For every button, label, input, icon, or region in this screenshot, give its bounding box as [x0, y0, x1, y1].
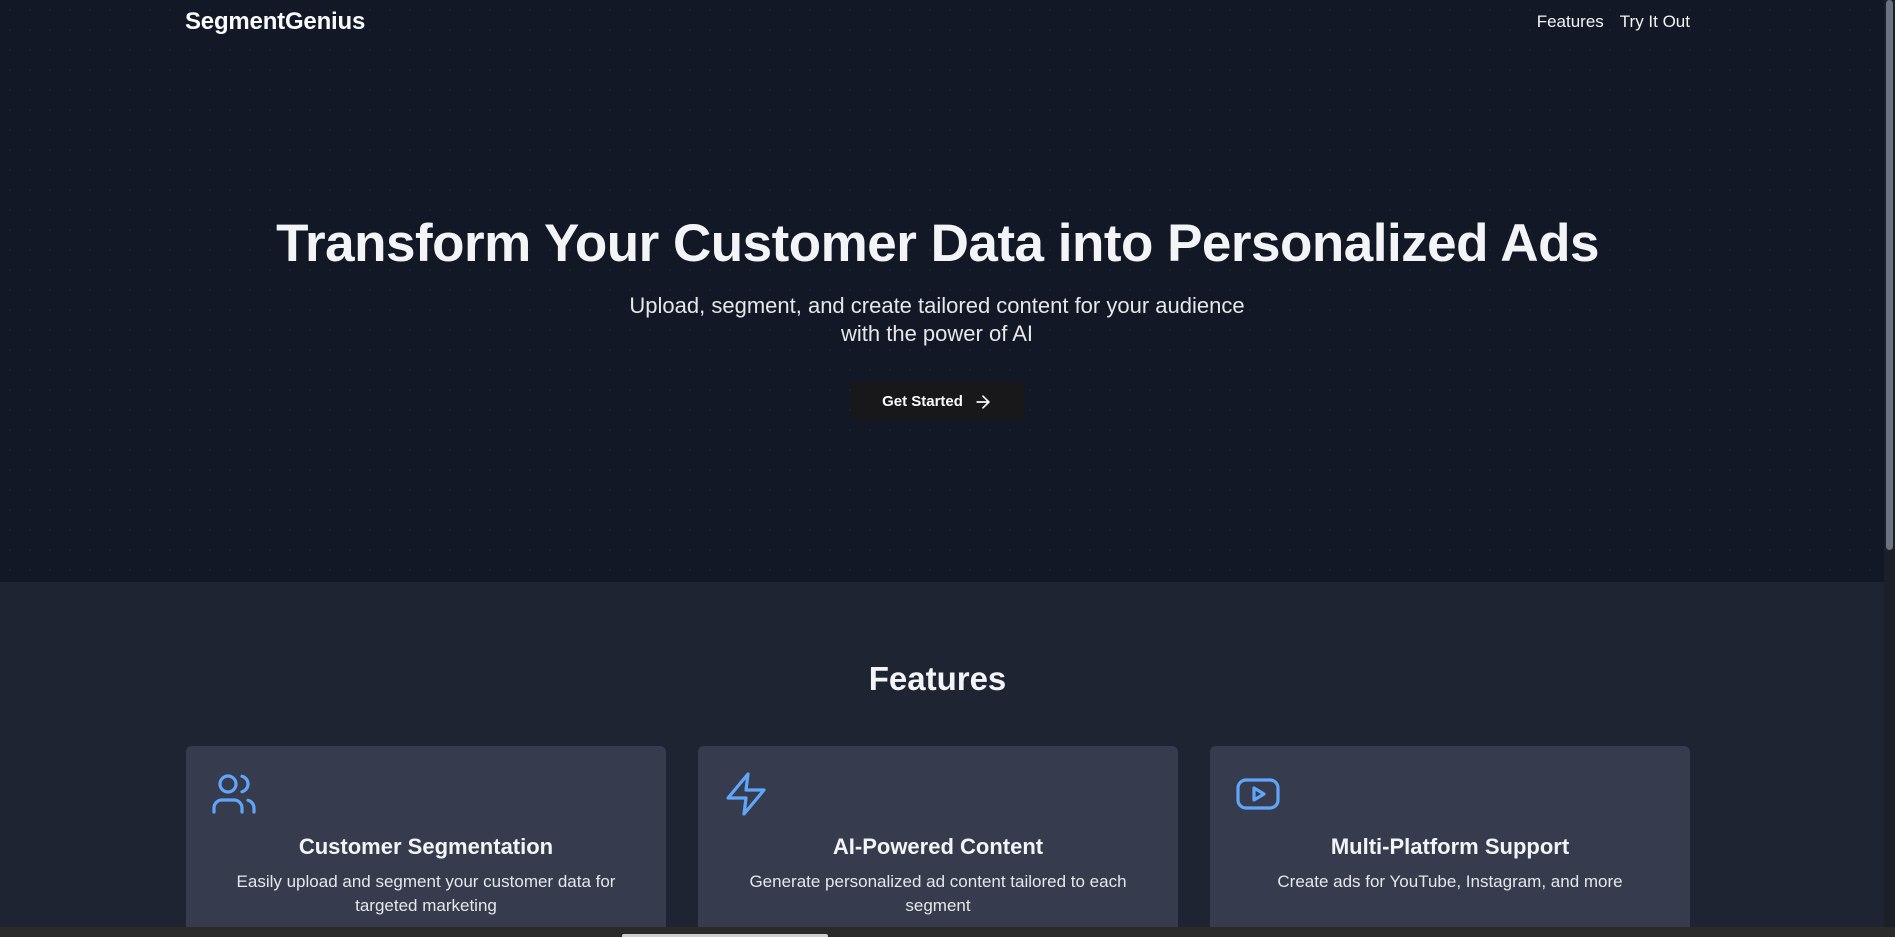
get-started-button[interactable]: Get Started [851, 382, 1024, 421]
vertical-scrollbar[interactable] [1884, 0, 1895, 937]
arrow-right-icon [976, 394, 990, 409]
get-started-label: Get Started [882, 393, 963, 410]
feature-title: Customer Segmentation [298, 834, 554, 859]
features-section: Features Customer Segmentation Easily up… [0, 582, 1895, 937]
feature-description: Generate personalized ad content tailore… [749, 872, 1127, 915]
feature-title: Multi-Platform Support [1330, 834, 1570, 859]
hero-section: SegmentGenius Features Try It Out Transf… [0, 0, 1895, 582]
nav-link-features[interactable]: Features [1537, 12, 1604, 32]
hero-title: Transform Your Customer Data into Person… [276, 214, 1599, 273]
brand-logo[interactable]: SegmentGenius [185, 8, 365, 36]
feature-card-multi-platform-support: Multi-Platform Support Create ads for Yo… [1210, 746, 1690, 937]
features-heading: Features [868, 660, 1007, 697]
nav-links: Features Try It Out [1537, 12, 1690, 32]
users-icon [210, 770, 258, 818]
top-nav: SegmentGenius Features Try It Out [185, 0, 1690, 44]
youtube-icon [1234, 770, 1282, 818]
feature-card-ai-powered-content: AI-Powered Content Generate personalized… [698, 746, 1178, 937]
lightning-icon [722, 770, 770, 818]
landing-page: SegmentGenius Features Try It Out Transf… [0, 0, 1895, 937]
bottom-bar [0, 927, 1895, 937]
nav-link-try-it-out[interactable]: Try It Out [1620, 12, 1690, 32]
hero-subtitle: Upload, segment, and create tailored con… [629, 293, 1245, 346]
feature-description: Easily upload and segment your customer … [236, 872, 616, 915]
feature-card-customer-segmentation: Customer Segmentation Easily upload and … [186, 746, 666, 937]
feature-title: AI-Powered Content [832, 834, 1044, 859]
scrollbar-thumb[interactable] [1886, 0, 1893, 550]
feature-description: Create ads for YouTube, Instagram, and m… [1277, 872, 1623, 891]
